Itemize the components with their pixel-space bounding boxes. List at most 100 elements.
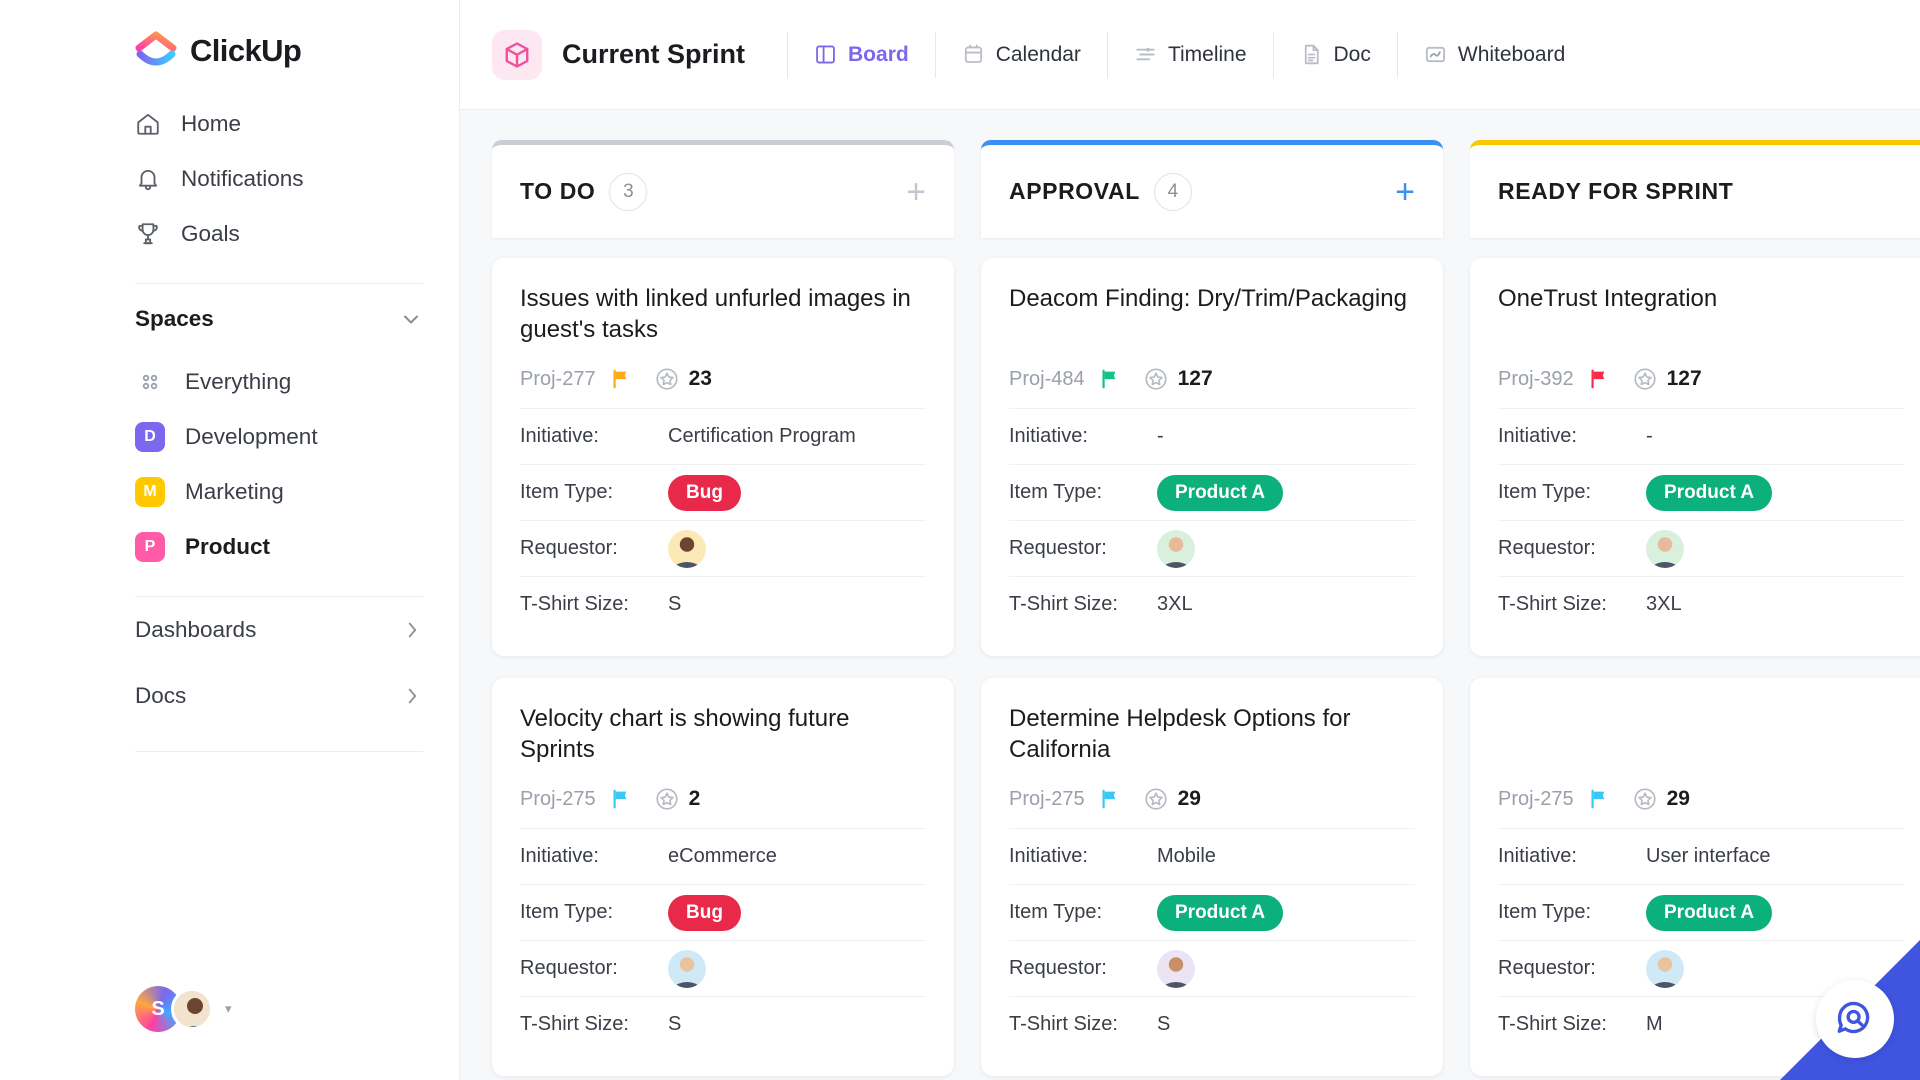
sidebar-item-label: Goals (181, 220, 240, 246)
sidebar-item-label: Home (181, 110, 242, 136)
bell-icon (135, 166, 161, 192)
chevron-right-icon[interactable] (401, 685, 423, 707)
field-requestor[interactable]: Requestor: (1009, 520, 1415, 576)
column-header[interactable]: APPROVAL 4 + (981, 140, 1443, 238)
field-value: S (668, 593, 682, 615)
field-label: Initiative: (1009, 425, 1088, 447)
field-label: Requestor: (1009, 957, 1107, 979)
add-task-button[interactable]: + (906, 175, 926, 209)
field-requestor[interactable]: Requestor: (520, 940, 926, 996)
priority-flag-icon[interactable] (1099, 368, 1121, 390)
field-item-type[interactable]: Item Type: Product A (1009, 464, 1415, 520)
field-value: Certification Program (668, 425, 856, 447)
clickup-logo[interactable]: ClickUp (135, 0, 423, 96)
task-points[interactable]: 23 (654, 366, 712, 392)
sidebar-item-development[interactable]: D Development (135, 409, 423, 464)
sidebar-item-marketing[interactable]: M Marketing (135, 464, 423, 519)
sidebar: ClickUp Home Notifications Goals Spaces … (0, 0, 460, 1080)
tab-whiteboard[interactable]: Whiteboard (1396, 31, 1591, 78)
sidebar-item-everything[interactable]: Everything (135, 354, 423, 409)
column-header[interactable]: READY FOR SPRINT (1470, 140, 1920, 238)
priority-flag-icon[interactable] (1588, 368, 1610, 390)
task-points[interactable]: 127 (1143, 366, 1213, 392)
field-tshirt-size[interactable]: T-Shirt Size: S (1009, 996, 1415, 1052)
task-card[interactable]: Deacom Finding: Dry/Trim/Packaging Proj-… (981, 258, 1443, 656)
field-initiative[interactable]: Initiative: User interface (1498, 828, 1904, 884)
task-points[interactable]: 29 (1632, 786, 1690, 812)
sidebar-item-label: Dashboards (135, 617, 257, 642)
tab-doc[interactable]: Doc (1272, 31, 1397, 78)
field-initiative[interactable]: Initiative: - (1498, 408, 1904, 464)
tab-label: Timeline (1167, 42, 1247, 66)
avatar[interactable] (1157, 529, 1195, 568)
priority-flag-icon[interactable] (1099, 788, 1121, 810)
priority-flag-icon[interactable] (610, 788, 632, 810)
tab-calendar[interactable]: Calendar (934, 31, 1107, 78)
chevron-down-icon[interactable]: ▾ (225, 1001, 232, 1017)
field-item-type[interactable]: Item Type: Bug (520, 884, 926, 940)
avatar[interactable] (668, 529, 706, 568)
chevron-right-icon[interactable] (401, 619, 423, 641)
tab-board[interactable]: Board (787, 31, 935, 78)
field-item-type[interactable]: Item Type: Bug (520, 464, 926, 520)
field-tshirt-size[interactable]: T-Shirt Size: 3XL (1498, 576, 1904, 632)
task-id[interactable]: Proj-392 (1498, 368, 1574, 391)
field-tshirt-size[interactable]: T-Shirt Size: S (520, 576, 926, 632)
field-tshirt-size[interactable]: T-Shirt Size: M (1498, 996, 1904, 1052)
task-id[interactable]: Proj-275 (1498, 788, 1574, 811)
task-id[interactable]: Proj-275 (1009, 788, 1085, 811)
field-item-type[interactable]: Item Type: Product A (1498, 884, 1904, 940)
sidebar-item-notifications[interactable]: Notifications (135, 151, 423, 206)
task-points[interactable]: 29 (1143, 786, 1201, 812)
task-card[interactable]: Velocity chart is showing future Sprints… (492, 678, 954, 1076)
task-card[interactable]: Issues with linked unfurled images in gu… (492, 258, 954, 656)
user-menu[interactable]: S ▾ (135, 986, 232, 1032)
add-task-button[interactable]: + (1395, 175, 1415, 209)
avatar[interactable] (668, 949, 706, 988)
field-initiative[interactable]: Initiative: Certification Program (520, 408, 926, 464)
task-points[interactable]: 2 (654, 786, 701, 812)
space-avatar-marketing: M (135, 476, 165, 507)
priority-flag-icon[interactable] (610, 368, 632, 390)
sidebar-item-dashboards[interactable]: Dashboards (135, 597, 423, 663)
task-card[interactable]: OneTrust Integration Proj-392 127 Initia… (1470, 258, 1920, 656)
field-initiative[interactable]: Initiative: - (1009, 408, 1415, 464)
field-label: Initiative: (1498, 845, 1577, 867)
field-requestor[interactable]: Requestor: (1498, 520, 1904, 576)
field-tshirt-size[interactable]: T-Shirt Size: S (520, 996, 926, 1052)
field-requestor[interactable]: Requestor: (1009, 940, 1415, 996)
task-points-value: 2 (688, 787, 701, 810)
task-id[interactable]: Proj-277 (520, 368, 596, 391)
field-label: T-Shirt Size: (1009, 593, 1118, 615)
task-points[interactable]: 127 (1632, 366, 1702, 392)
avatar[interactable] (1157, 949, 1195, 988)
priority-flag-icon[interactable] (1588, 788, 1610, 810)
task-card[interactable]: Determine Helpdesk Options for Californi… (981, 678, 1443, 1076)
task-id[interactable]: Proj-275 (520, 788, 596, 811)
field-label: Requestor: (1009, 537, 1107, 559)
field-item-type[interactable]: Item Type: Product A (1009, 884, 1415, 940)
task-id[interactable]: Proj-484 (1009, 368, 1085, 391)
sidebar-item-docs[interactable]: Docs (135, 663, 423, 729)
spaces-section-header[interactable]: Spaces (135, 284, 423, 354)
sidebar-item-product[interactable]: P Product (135, 519, 423, 574)
field-label: Requestor: (520, 957, 618, 979)
field-tshirt-size[interactable]: T-Shirt Size: 3XL (1009, 576, 1415, 632)
field-initiative[interactable]: Initiative: Mobile (1009, 828, 1415, 884)
column-header[interactable]: TO DO 3 + (492, 140, 954, 238)
field-item-type[interactable]: Item Type: Product A (1498, 464, 1904, 520)
field-requestor[interactable]: Requestor: (520, 520, 926, 576)
task-card[interactable]: Proj-275 29 Initiative: User interface I… (1470, 678, 1920, 1076)
field-requestor[interactable]: Requestor: (1498, 940, 1904, 996)
tab-timeline[interactable]: Timeline (1106, 31, 1273, 78)
sidebar-item-goals[interactable]: Goals (135, 206, 423, 261)
avatar[interactable] (1646, 949, 1684, 988)
chevron-down-icon[interactable] (399, 307, 423, 331)
sidebar-item-home[interactable]: Home (135, 96, 423, 151)
field-label: Initiative: (520, 425, 599, 447)
avatar[interactable] (171, 988, 213, 1030)
avatar[interactable] (1646, 529, 1684, 568)
column-count: 3 (609, 172, 648, 211)
field-initiative[interactable]: Initiative: eCommerce (520, 828, 926, 884)
field-value: eCommerce (668, 845, 777, 867)
